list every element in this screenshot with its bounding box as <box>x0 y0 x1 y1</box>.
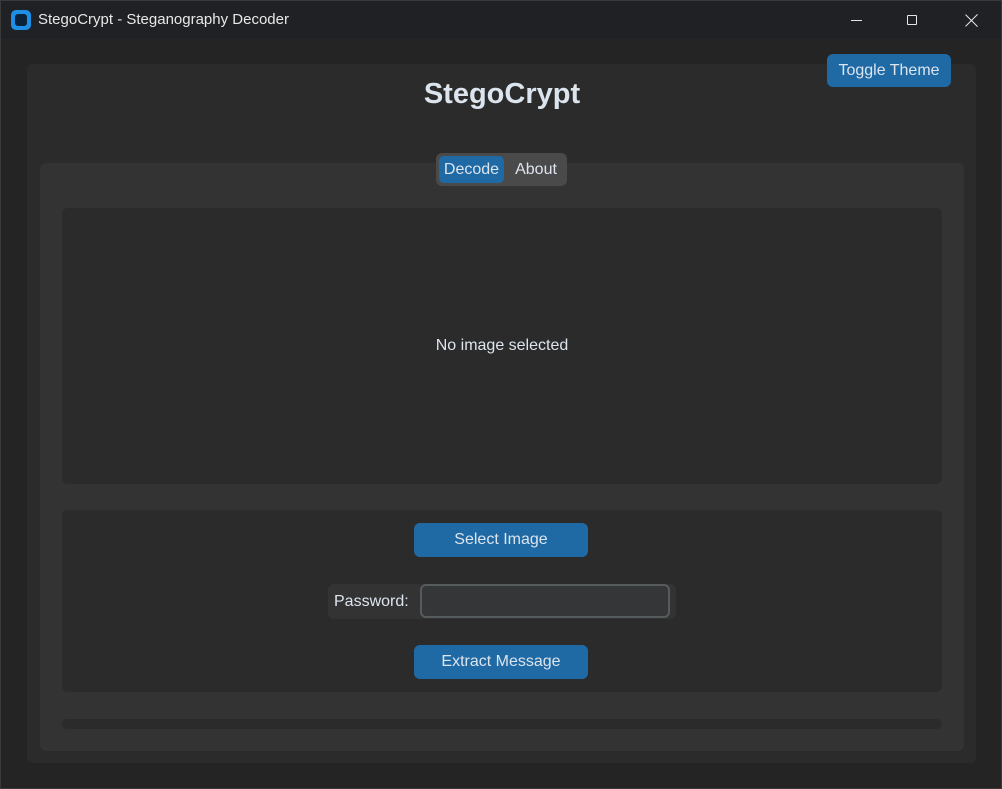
window-title: StegoCrypt - Steganography Decoder <box>38 11 289 28</box>
title-bar[interactable]: StegoCrypt - Steganography Decoder <box>1 1 1001 39</box>
password-row: Password: <box>328 584 676 619</box>
progress-bar <box>62 719 942 729</box>
password-input[interactable] <box>420 584 670 618</box>
close-icon <box>965 14 978 27</box>
app-window: StegoCrypt - Steganography Decoder Stego… <box>0 0 1002 789</box>
app-icon <box>11 10 31 30</box>
extract-message-button[interactable]: Extract Message <box>414 645 588 679</box>
maximize-icon <box>907 15 917 25</box>
image-preview-label: No image selected <box>435 337 569 354</box>
toggle-theme-button[interactable]: Toggle Theme <box>827 54 951 87</box>
minimize-button[interactable] <box>833 1 879 39</box>
select-image-button[interactable]: Select Image <box>414 523 588 557</box>
password-label: Password: <box>334 592 409 610</box>
maximize-button[interactable] <box>889 1 935 39</box>
image-preview-frame: No image selected <box>62 208 942 484</box>
close-button[interactable] <box>948 1 994 39</box>
tab-decode[interactable]: Decode <box>439 156 504 183</box>
minimize-icon <box>850 19 862 21</box>
tab-about[interactable]: About <box>506 156 566 183</box>
tab-selector: Decode About <box>436 153 567 186</box>
